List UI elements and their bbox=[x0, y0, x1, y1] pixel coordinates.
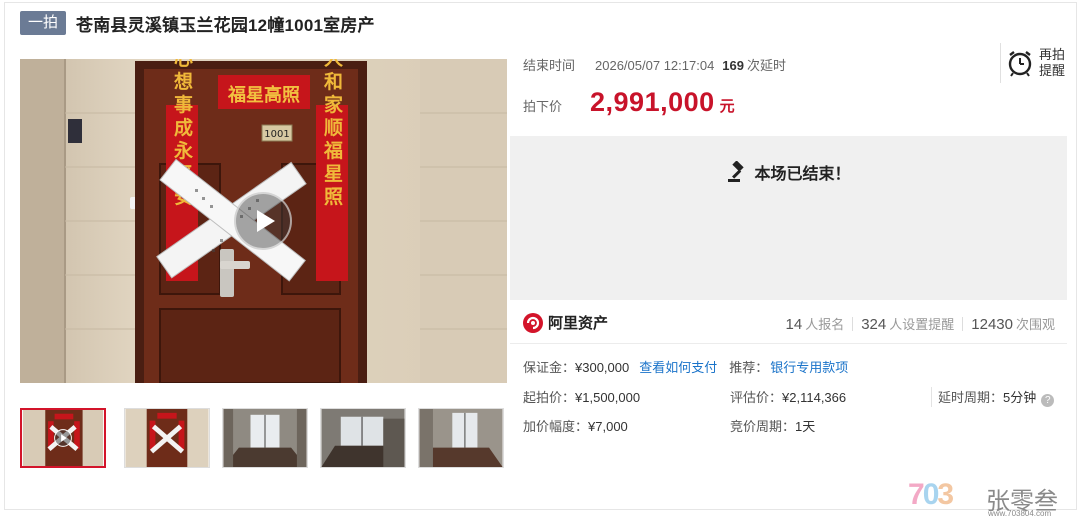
how-to-pay-link[interactable]: 查看如何支付 bbox=[639, 360, 717, 375]
main-photo[interactable]: 福星高照 心想事成永平安 人和家顺福星照 1001 bbox=[20, 59, 507, 383]
bid-increment: 加价幅度：¥7,000 bbox=[523, 416, 628, 435]
auction-ended-line: 本场已结束！ bbox=[510, 160, 1067, 184]
stats-counters: 14 人报名 324 人设置提醒 12430 次围观 bbox=[786, 314, 1055, 333]
reminder-count-label: 人设置提醒 bbox=[889, 317, 955, 332]
stats-divider bbox=[962, 316, 964, 331]
final-price-label: 拍下价 bbox=[523, 99, 563, 114]
play-icon bbox=[256, 210, 275, 232]
thumbnail-4[interactable] bbox=[320, 408, 406, 468]
signup-count: 14 bbox=[785, 316, 803, 333]
view-count: 12430 bbox=[971, 316, 1013, 333]
appraisal-price: 评估价：¥2,114,366 bbox=[730, 387, 846, 406]
delay-period-label: 延时周期： bbox=[938, 390, 1004, 405]
top-banner-text: 福星高照 bbox=[227, 84, 300, 106]
bid-increment-value: ¥7,000 bbox=[588, 419, 628, 434]
help-icon[interactable]: ? bbox=[1041, 394, 1055, 407]
alarm-clock-icon bbox=[1008, 51, 1032, 77]
bid-increment-label: 加价幅度： bbox=[523, 419, 589, 434]
start-price-label: 起拍价： bbox=[523, 390, 576, 405]
deposit-info: 保证金：¥300,000 查看如何支付 推荐： 银行专用款项 bbox=[523, 357, 848, 376]
gavel-icon bbox=[728, 161, 745, 182]
video-play-button[interactable] bbox=[234, 192, 292, 250]
delay-period-value: 5分钟 bbox=[1003, 390, 1037, 405]
deposit-label: 保证金： bbox=[523, 360, 576, 375]
bid-period-label: 竞价周期： bbox=[730, 419, 796, 434]
appraisal-price-value: ¥2,114,366 bbox=[782, 390, 847, 405]
thumbnail-room bbox=[419, 409, 503, 467]
relist-reminder-line2: 提醒 bbox=[1039, 63, 1066, 78]
ali-assets-logo-icon bbox=[523, 312, 543, 333]
bid-period: 竞价周期：1天 bbox=[730, 416, 815, 435]
final-price-unit: 元 bbox=[719, 98, 735, 115]
thumbnail-3[interactable] bbox=[222, 408, 308, 468]
delay-count: 169 bbox=[722, 58, 744, 73]
thumbnail-room bbox=[223, 409, 307, 467]
final-price-row: 拍下价 2,991,000 元 bbox=[523, 87, 735, 118]
watermark-url: www.703804.com bbox=[988, 509, 1052, 518]
appraisal-price-label: 评估价： bbox=[730, 390, 783, 405]
delay-period: 延时周期：5分钟? bbox=[931, 387, 1055, 407]
relist-reminder-label: 再拍 提醒 bbox=[1039, 47, 1065, 79]
signup-count-label: 人报名 bbox=[805, 317, 845, 332]
thumbnail-5[interactable] bbox=[418, 408, 504, 468]
end-time-label: 结束时间 bbox=[523, 58, 576, 73]
start-price-value: ¥1,500,000 bbox=[575, 390, 641, 405]
relist-reminder-line1: 再拍 bbox=[1039, 47, 1066, 62]
auction-ended-text: 本场已结束！ bbox=[754, 166, 851, 183]
door-number-text: 1001 bbox=[264, 129, 289, 140]
start-price: 起拍价：¥1,500,000 bbox=[523, 387, 640, 406]
recommend-label: 推荐： bbox=[729, 360, 769, 375]
auction-ended-panel: 本场已结束！ bbox=[510, 136, 1067, 300]
final-price-value: 2,991,000 bbox=[590, 87, 715, 117]
bank-payment-link[interactable]: 银行专用款项 bbox=[770, 360, 848, 375]
platform-stats-row: 阿里资产 14 人报名 324 人设置提醒 12430 次围观 bbox=[510, 300, 1067, 344]
thumbnail-strip bbox=[20, 408, 507, 470]
end-time-row: 结束时间 2026/05/07 12:17:04 169 次延时 bbox=[523, 55, 786, 74]
deposit-value: ¥300,000 bbox=[575, 360, 630, 375]
thumbnail-2[interactable] bbox=[124, 408, 210, 468]
platform-name: 阿里资产 bbox=[548, 315, 609, 332]
page-title: 苍南县灵溪镇玉兰花园12幢1001室房产 bbox=[76, 15, 375, 35]
view-count-label: 次围观 bbox=[1015, 317, 1055, 332]
watermark-logo: 703 bbox=[908, 478, 954, 511]
round-badge: 一拍 bbox=[20, 11, 67, 35]
right-couplet-text: 人和家顺福星照 bbox=[321, 59, 344, 210]
watermark: 703 张零叁 www.703804.com bbox=[908, 478, 1068, 522]
thumbnail-1[interactable] bbox=[20, 408, 106, 468]
bid-period-value: 1天 bbox=[795, 419, 816, 434]
title-row: 一拍 苍南县灵溪镇玉兰花园12幢1001室房产 bbox=[20, 10, 375, 36]
thumbnail-door-video bbox=[22, 410, 104, 466]
end-time-value: 2026/05/07 12:17:04 bbox=[595, 58, 715, 73]
thumbnail-door bbox=[125, 409, 209, 467]
ali-assets-logo[interactable]: 阿里资产 bbox=[523, 312, 608, 333]
relist-reminder-button[interactable]: 再拍 提醒 bbox=[1000, 43, 1065, 83]
thumbnail-room bbox=[321, 409, 405, 467]
stats-divider bbox=[852, 316, 854, 331]
auction-status: 结束时间 2026/05/07 12:17:04 169 次延时 拍下价 2,9… bbox=[510, 40, 1067, 136]
delay-count-label: 次延时 bbox=[747, 58, 787, 73]
reminder-count: 324 bbox=[861, 316, 887, 333]
